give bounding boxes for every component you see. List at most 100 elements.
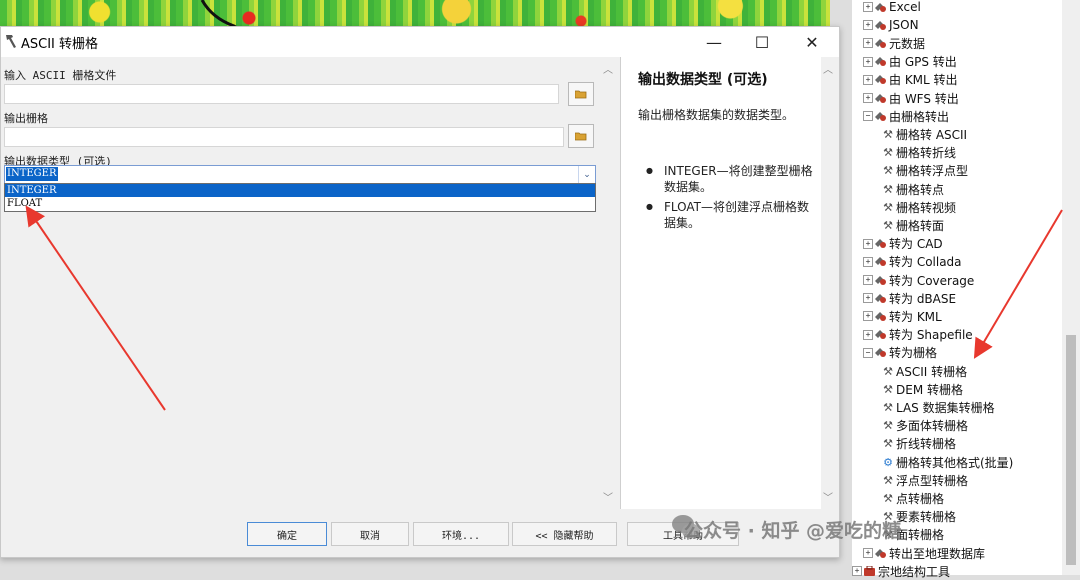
help-scrollbar[interactable]: ︿ ﹀ <box>820 57 837 509</box>
expand-icon[interactable]: + <box>863 329 873 340</box>
scroll-up-icon[interactable]: ︿ <box>823 61 833 76</box>
toolbox-item-label: 点转栅格 <box>896 491 945 506</box>
toolbox-item[interactable]: ⚒ 浮点型转栅格 <box>882 471 968 489</box>
toolbox-item[interactable]: ⚒ 栅格转折线 <box>882 144 956 162</box>
expand-icon[interactable]: + <box>863 311 873 322</box>
environments-button[interactable]: 环境... <box>413 522 509 546</box>
toolbox-item[interactable]: ⚒ ASCII 转栅格 <box>882 362 967 380</box>
expand-icon[interactable]: + <box>863 20 873 31</box>
collapse-icon[interactable]: − <box>863 347 873 358</box>
toolbox-item[interactable]: ⚒ 栅格转浮点型 <box>882 162 968 180</box>
toolbox-item-label: 转为 CAD <box>889 237 943 252</box>
toolset-icon <box>875 275 886 285</box>
expand-icon[interactable]: + <box>863 93 873 103</box>
scroll-down-icon[interactable]: ﹀ <box>823 489 833 504</box>
toolset-icon <box>875 330 886 340</box>
ok-button[interactable]: 确定 <box>247 522 327 546</box>
toolbox-item[interactable]: ⚒ 栅格转点 <box>882 180 944 198</box>
expand-icon[interactable]: + <box>863 238 873 249</box>
toolbox-item[interactable]: + Excel <box>863 0 921 16</box>
hammer-icon: ⚒ <box>883 437 893 451</box>
toolbox-item-label: 栅格转其他格式(批量) <box>896 455 1014 470</box>
browse-output-button[interactable] <box>568 124 594 148</box>
help-bullet-integer: INTEGER—将创建整型栅格数据集。 <box>638 163 816 195</box>
toolbox-item-label: ASCII 转栅格 <box>896 364 968 379</box>
form-scrollbar[interactable]: ︿ ﹀ <box>600 57 618 509</box>
data-type-selected-value: INTEGER <box>6 167 58 181</box>
expand-icon[interactable]: + <box>863 74 873 85</box>
collapse-icon[interactable]: − <box>863 111 873 122</box>
toolbox-item-label: 转为 Coverage <box>889 273 975 288</box>
title-bar[interactable]: ASCII 转栅格 — ☐ ✕ <box>1 27 839 57</box>
input-ascii-field[interactable] <box>4 84 559 104</box>
parameter-pane: 输入 ASCII 栅格文件 输出栅格 输出数据类型 (可选) INTEGER ⌄… <box>1 57 599 509</box>
hammer-icon: ⚒ <box>883 200 893 214</box>
data-type-select[interactable]: INTEGER ⌄ <box>4 165 596 184</box>
toolbox-item[interactable]: − 由栅格转出 <box>863 107 949 125</box>
toolbox-item[interactable]: ⚒ LAS 数据集转栅格 <box>882 398 995 416</box>
toolbox-item[interactable]: + 转为 Shapefile <box>863 326 973 344</box>
expand-icon[interactable]: + <box>863 548 873 558</box>
hammer-icon: ⚒ <box>883 218 893 232</box>
expand-icon[interactable]: + <box>863 256 873 267</box>
browse-input-button[interactable] <box>568 82 594 106</box>
option-integer[interactable]: INTEGER <box>5 184 595 197</box>
expand-icon[interactable]: + <box>863 38 873 49</box>
toolbox-item[interactable]: + 转为 CAD <box>863 235 943 253</box>
toolbox-item[interactable]: + 转出至地理数据库 <box>863 544 985 562</box>
toolbox-item-label: 折线转栅格 <box>896 437 957 452</box>
toolbox-item[interactable]: ⚒ 多面体转栅格 <box>882 417 968 435</box>
expand-icon[interactable]: + <box>863 2 873 12</box>
expand-icon[interactable]: + <box>863 293 873 304</box>
toolbox-item[interactable]: + 元数据 <box>863 34 925 52</box>
toolbox-item[interactable]: ⚒ DEM 转栅格 <box>882 380 963 398</box>
toolbox-item[interactable]: − 转为栅格 <box>863 344 937 362</box>
toolbox-item-label: 由 KML 转出 <box>889 73 958 88</box>
toolbox-item[interactable]: + 宗地结构工具 <box>852 562 950 580</box>
toolbox-scroll-thumb[interactable] <box>1066 335 1076 565</box>
expand-icon[interactable]: + <box>863 56 873 67</box>
toolbox-item[interactable]: ⚒ 栅格转面 <box>882 216 944 234</box>
hammer-icon: ⚒ <box>883 127 893 141</box>
option-float[interactable]: FLOAT <box>5 197 595 210</box>
toolbox-item[interactable]: + 转为 dBASE <box>863 289 956 307</box>
scroll-up-icon[interactable]: ︿ <box>603 61 613 76</box>
toolbox-item[interactable]: + 由 WFS 转出 <box>863 89 959 107</box>
scroll-down-icon[interactable]: ﹀ <box>603 489 613 504</box>
toolbox-item-label: 由 WFS 转出 <box>889 91 959 106</box>
toolbox-item-label: 栅格转视频 <box>896 200 957 215</box>
output-raster-field[interactable] <box>4 127 564 147</box>
expand-icon[interactable]: + <box>863 275 873 285</box>
toolbox-item[interactable]: + 转为 Coverage <box>863 271 974 289</box>
toolbox-item-label: DEM 转栅格 <box>896 382 963 397</box>
cancel-button[interactable]: 取消 <box>331 522 409 546</box>
toolbox-item-label: 元数据 <box>889 36 926 51</box>
toolbox-item[interactable]: ⚒ 栅格转视频 <box>882 198 956 216</box>
chevron-down-icon[interactable]: ⌄ <box>578 166 595 183</box>
toolbox-item[interactable]: + 转为 Collada <box>863 253 962 271</box>
toolbox-item[interactable]: + 由 GPS 转出 <box>863 53 957 71</box>
minimize-button[interactable]: — <box>691 27 737 57</box>
toolbox-item-label: 栅格转 ASCII <box>896 127 968 142</box>
toolbox-item[interactable]: ⚒ 点转栅格 <box>882 489 944 507</box>
toolbox-item-label: 转为 KML <box>889 309 942 324</box>
toolset-icon <box>875 348 886 358</box>
toolbox-item-label: 由 GPS 转出 <box>889 55 957 70</box>
toolbox-scrollbar[interactable] <box>1062 0 1080 575</box>
toolbox-item[interactable]: + 转为 KML <box>863 307 942 325</box>
maximize-button[interactable]: ☐ <box>739 27 785 57</box>
toolset-icon <box>875 257 886 267</box>
toolbox-item[interactable]: + JSON <box>863 16 919 34</box>
toolbox-item[interactable]: ⚙ 栅格转其他格式(批量) <box>882 453 1013 471</box>
folder-icon <box>575 90 587 99</box>
hammer-icon: ⚒ <box>883 419 893 433</box>
hide-help-button[interactable]: << 隐藏帮助 <box>512 522 617 546</box>
arctoolbox-panel: + Excel + JSON + 元数据 + 由 GPS 转出 + 由 KML 转出 + 由 WFS … <box>852 0 1062 579</box>
watermark-text: 公众号 · 知乎 @爱吃的糖 <box>684 520 902 542</box>
hammer-icon: ⚒ <box>883 182 893 196</box>
close-button[interactable]: ✕ <box>789 27 835 57</box>
toolbox-item[interactable]: + 由 KML 转出 <box>863 71 958 89</box>
toolbox-item-label: 栅格转浮点型 <box>896 164 969 179</box>
toolbox-item[interactable]: ⚒ 折线转栅格 <box>882 435 956 453</box>
toolbox-item[interactable]: ⚒ 栅格转 ASCII <box>882 125 967 143</box>
